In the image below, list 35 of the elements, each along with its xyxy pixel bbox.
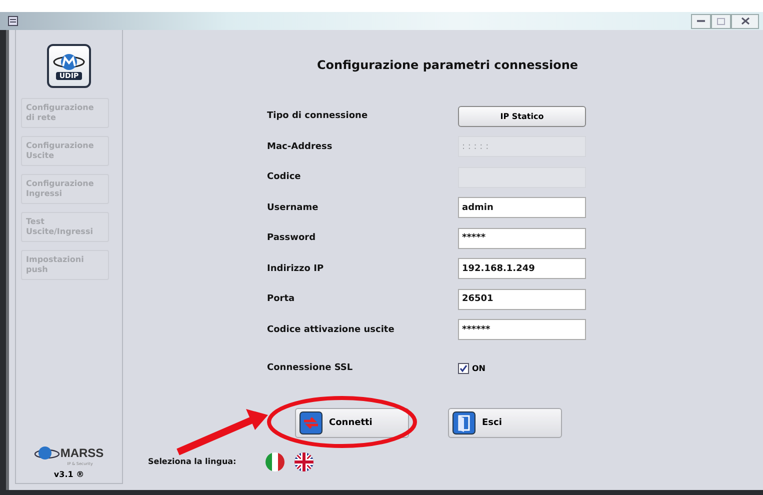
field-label: Password	[267, 233, 317, 244]
language-label: Seleziona la lingua:	[148, 457, 236, 466]
checkmark-icon	[459, 364, 468, 373]
page-title: Configurazione parametri connessione	[317, 58, 580, 72]
ssl-checkbox[interactable]: ON	[458, 362, 486, 374]
input-field[interactable]: *****	[458, 228, 586, 249]
close-button[interactable]	[731, 14, 759, 28]
version-label: v3.1 ®	[54, 470, 84, 479]
field-label: Codice attivazione uscite	[267, 324, 396, 335]
connect-button[interactable]: Connetti	[295, 408, 409, 438]
exit-button[interactable]: Esci	[448, 408, 562, 438]
field-label: Mac-Address	[267, 142, 334, 152]
door-icon	[452, 410, 476, 434]
arrows-icon	[299, 410, 323, 434]
globe-logo-icon	[34, 445, 60, 461]
input-field[interactable]: ******	[458, 319, 586, 340]
field-label: Connessione SSL	[267, 363, 354, 374]
minimize-icon	[697, 19, 705, 23]
british-flag-icon[interactable]	[294, 452, 314, 472]
field-label: Codice	[267, 172, 302, 182]
italian-flag-icon[interactable]	[265, 452, 286, 472]
field-label: Porta	[267, 294, 296, 304]
field-label: Username	[267, 202, 320, 213]
brand-name: MARSS	[60, 446, 104, 460]
input-field[interactable]: 192.168.1.249	[458, 258, 586, 280]
field-label: Tipo di connessione	[267, 111, 369, 122]
minimize-button[interactable]	[691, 14, 711, 28]
input-field[interactable]: 26501	[458, 288, 586, 310]
close-icon	[740, 17, 750, 25]
field-label: Indirizzo IP	[267, 264, 325, 274]
maximize-icon	[717, 18, 725, 24]
connection-type-button[interactable]: IP Statico	[458, 106, 586, 127]
input-field[interactable]: admin	[458, 197, 586, 218]
globe-logo-icon	[52, 52, 86, 72]
app-icon	[8, 16, 18, 26]
